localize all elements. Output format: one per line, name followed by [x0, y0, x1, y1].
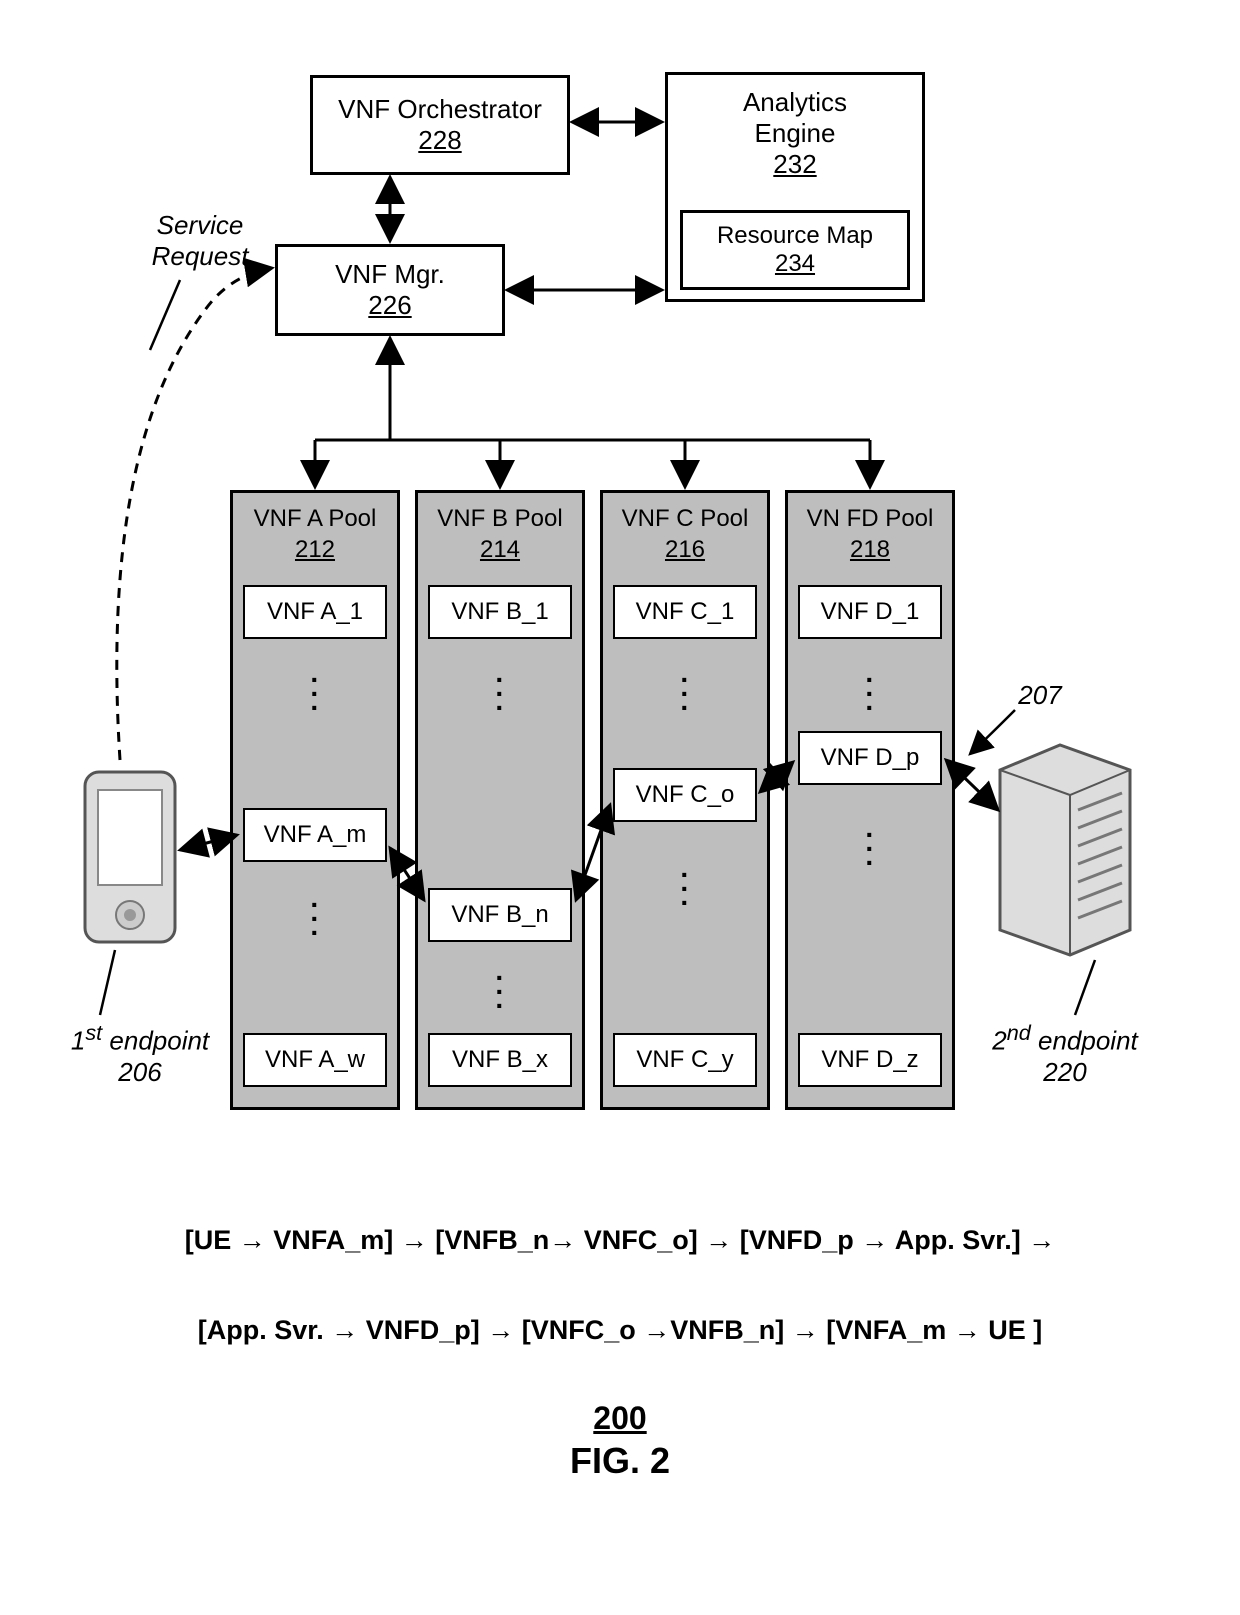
analytics-ref: 232	[773, 149, 816, 180]
vnf-pool-c: VNF C Pool 216 VNF C_1 ··· VNF C_o ··· V…	[600, 490, 770, 1110]
vdots-icon: ···	[418, 971, 582, 1013]
pool-b-title: VNF B Pool	[418, 503, 582, 534]
vnf-d-z: VNF D_z	[798, 1033, 942, 1087]
vnf-c-y: VNF C_y	[613, 1033, 757, 1087]
service-request-l2: Request	[130, 241, 270, 272]
vnf-a-w: VNF A_w	[243, 1033, 387, 1087]
vnf-pool-a: VNF A Pool 212 VNF A_1 ··· VNF A_m ··· V…	[230, 490, 400, 1110]
vnf-orchestrator-title: VNF Orchestrator	[338, 94, 542, 125]
chain-ref-label: 207	[1000, 680, 1080, 711]
endpoint2-label: 2nd endpoint 220	[975, 1020, 1155, 1088]
vnf-pool-d: VN FD Pool 218 VNF D_1 ··· VNF D_p ··· V…	[785, 490, 955, 1110]
analytics-title2: Engine	[755, 118, 836, 149]
vnf-mgr-ref: 226	[368, 290, 411, 321]
flow-line-2: [App. Svr. → VNFD_p] → [VNFC_o →VNFB_n] …	[0, 1315, 1240, 1346]
vnf-orchestrator-ref: 228	[418, 125, 461, 156]
vnf-c-o: VNF C_o	[613, 768, 757, 822]
vnf-pool-b: VNF B Pool 214 VNF B_1 ··· VNF B_n ··· V…	[415, 490, 585, 1110]
phone-icon	[85, 772, 175, 942]
pool-c-ref: 216	[603, 534, 767, 565]
vdots-icon: ···	[233, 673, 397, 715]
vdots-icon: ···	[788, 828, 952, 870]
vnf-b-x: VNF B_x	[428, 1033, 572, 1087]
vdots-icon: ···	[418, 673, 582, 715]
flow-line-1: [UE → VNFA_m] → [VNFB_n→ VNFC_o] → [VNFD…	[0, 1225, 1240, 1256]
vnf-a-1: VNF A_1	[243, 585, 387, 639]
vnf-d-p: VNF D_p	[798, 731, 942, 785]
vnf-d-1: VNF D_1	[798, 585, 942, 639]
pool-d-ref: 218	[788, 534, 952, 565]
vnf-mgr-box: VNF Mgr. 226	[275, 244, 505, 336]
service-request-label: Service Request	[130, 210, 270, 272]
vnf-b-1: VNF B_1	[428, 585, 572, 639]
pool-d-title: VN FD Pool	[788, 503, 952, 534]
resource-map-ref: 234	[775, 250, 815, 278]
resource-map-title: Resource Map	[717, 222, 873, 250]
vnf-c-1: VNF C_1	[613, 585, 757, 639]
figure-label: FIG. 2	[0, 1440, 1240, 1482]
vdots-icon: ···	[603, 868, 767, 910]
resource-map-box: Resource Map 234	[680, 210, 910, 290]
pool-a-ref: 212	[233, 534, 397, 565]
service-request-l1: Service	[130, 210, 270, 241]
vdots-icon: ···	[788, 673, 952, 715]
vnf-mgr-title: VNF Mgr.	[335, 259, 445, 290]
vnf-b-n: VNF B_n	[428, 888, 572, 942]
server-icon	[1000, 745, 1130, 955]
pool-c-title: VNF C Pool	[603, 503, 767, 534]
analytics-title1: Analytics	[743, 87, 847, 118]
pool-b-ref: 214	[418, 534, 582, 565]
vdots-icon: ···	[233, 898, 397, 940]
figure-number: 200	[0, 1400, 1240, 1437]
endpoint1-label: 1st endpoint 206	[55, 1020, 225, 1088]
vnf-orchestrator-box: VNF Orchestrator 228	[310, 75, 570, 175]
vdots-icon: ···	[603, 673, 767, 715]
vnf-a-m: VNF A_m	[243, 808, 387, 862]
pool-a-title: VNF A Pool	[233, 503, 397, 534]
